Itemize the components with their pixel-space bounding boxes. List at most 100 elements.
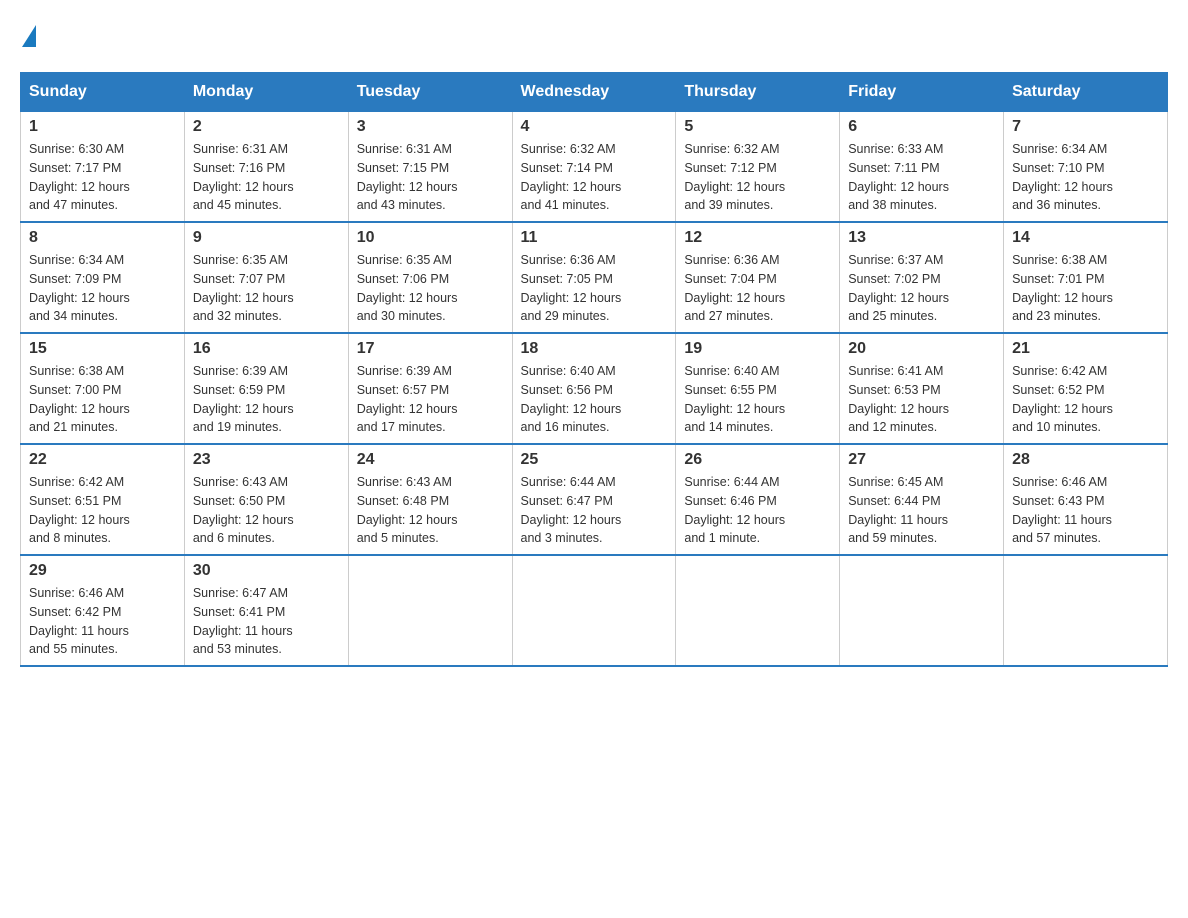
calendar-week-row: 22 Sunrise: 6:42 AMSunset: 6:51 PMDaylig…: [21, 444, 1168, 555]
day-info: Sunrise: 6:35 AMSunset: 7:06 PMDaylight:…: [357, 253, 458, 323]
calendar-header-row: SundayMondayTuesdayWednesdayThursdayFrid…: [21, 73, 1168, 112]
day-info: Sunrise: 6:36 AMSunset: 7:04 PMDaylight:…: [684, 253, 785, 323]
day-info: Sunrise: 6:43 AMSunset: 6:50 PMDaylight:…: [193, 475, 294, 545]
calendar-cell: 20 Sunrise: 6:41 AMSunset: 6:53 PMDaylig…: [840, 333, 1004, 444]
day-info: Sunrise: 6:32 AMSunset: 7:12 PMDaylight:…: [684, 142, 785, 212]
calendar-cell: 22 Sunrise: 6:42 AMSunset: 6:51 PMDaylig…: [21, 444, 185, 555]
calendar-cell: 10 Sunrise: 6:35 AMSunset: 7:06 PMDaylig…: [348, 222, 512, 333]
calendar-cell: 26 Sunrise: 6:44 AMSunset: 6:46 PMDaylig…: [676, 444, 840, 555]
day-info: Sunrise: 6:34 AMSunset: 7:10 PMDaylight:…: [1012, 142, 1113, 212]
calendar-cell: 6 Sunrise: 6:33 AMSunset: 7:11 PMDayligh…: [840, 112, 1004, 223]
day-info: Sunrise: 6:37 AMSunset: 7:02 PMDaylight:…: [848, 253, 949, 323]
day-info: Sunrise: 6:41 AMSunset: 6:53 PMDaylight:…: [848, 364, 949, 434]
calendar-cell: 27 Sunrise: 6:45 AMSunset: 6:44 PMDaylig…: [840, 444, 1004, 555]
day-number: 6: [848, 118, 995, 136]
day-info: Sunrise: 6:40 AMSunset: 6:55 PMDaylight:…: [684, 364, 785, 434]
calendar-cell: 14 Sunrise: 6:38 AMSunset: 7:01 PMDaylig…: [1004, 222, 1168, 333]
day-info: Sunrise: 6:32 AMSunset: 7:14 PMDaylight:…: [521, 142, 622, 212]
weekday-header-monday: Monday: [184, 73, 348, 112]
day-info: Sunrise: 6:36 AMSunset: 7:05 PMDaylight:…: [521, 253, 622, 323]
day-info: Sunrise: 6:45 AMSunset: 6:44 PMDaylight:…: [848, 475, 948, 545]
day-number: 7: [1012, 118, 1159, 136]
calendar-week-row: 8 Sunrise: 6:34 AMSunset: 7:09 PMDayligh…: [21, 222, 1168, 333]
calendar-cell: 8 Sunrise: 6:34 AMSunset: 7:09 PMDayligh…: [21, 222, 185, 333]
day-number: 29: [29, 562, 176, 580]
day-number: 14: [1012, 229, 1159, 247]
calendar-week-row: 1 Sunrise: 6:30 AMSunset: 7:17 PMDayligh…: [21, 112, 1168, 223]
day-number: 17: [357, 340, 504, 358]
day-number: 22: [29, 451, 176, 469]
day-number: 27: [848, 451, 995, 469]
day-number: 8: [29, 229, 176, 247]
day-number: 4: [521, 118, 668, 136]
day-number: 28: [1012, 451, 1159, 469]
day-number: 23: [193, 451, 340, 469]
day-number: 9: [193, 229, 340, 247]
calendar-week-row: 29 Sunrise: 6:46 AMSunset: 6:42 PMDaylig…: [21, 555, 1168, 666]
calendar-cell: [348, 555, 512, 666]
day-number: 12: [684, 229, 831, 247]
day-number: 2: [193, 118, 340, 136]
day-number: 20: [848, 340, 995, 358]
day-number: 5: [684, 118, 831, 136]
day-number: 16: [193, 340, 340, 358]
day-number: 21: [1012, 340, 1159, 358]
calendar-cell: 11 Sunrise: 6:36 AMSunset: 7:05 PMDaylig…: [512, 222, 676, 333]
calendar-cell: 5 Sunrise: 6:32 AMSunset: 7:12 PMDayligh…: [676, 112, 840, 223]
calendar-cell: [676, 555, 840, 666]
calendar-cell: 1 Sunrise: 6:30 AMSunset: 7:17 PMDayligh…: [21, 112, 185, 223]
day-info: Sunrise: 6:47 AMSunset: 6:41 PMDaylight:…: [193, 586, 293, 656]
day-info: Sunrise: 6:39 AMSunset: 6:57 PMDaylight:…: [357, 364, 458, 434]
calendar-cell: 7 Sunrise: 6:34 AMSunset: 7:10 PMDayligh…: [1004, 112, 1168, 223]
day-number: 24: [357, 451, 504, 469]
weekday-header-friday: Friday: [840, 73, 1004, 112]
day-number: 3: [357, 118, 504, 136]
day-number: 19: [684, 340, 831, 358]
calendar-cell: 19 Sunrise: 6:40 AMSunset: 6:55 PMDaylig…: [676, 333, 840, 444]
day-info: Sunrise: 6:33 AMSunset: 7:11 PMDaylight:…: [848, 142, 949, 212]
day-info: Sunrise: 6:38 AMSunset: 7:00 PMDaylight:…: [29, 364, 130, 434]
day-number: 10: [357, 229, 504, 247]
day-info: Sunrise: 6:42 AMSunset: 6:51 PMDaylight:…: [29, 475, 130, 545]
logo-triangle-icon: [22, 25, 36, 47]
calendar-cell: 23 Sunrise: 6:43 AMSunset: 6:50 PMDaylig…: [184, 444, 348, 555]
day-info: Sunrise: 6:31 AMSunset: 7:15 PMDaylight:…: [357, 142, 458, 212]
calendar-cell: [840, 555, 1004, 666]
day-info: Sunrise: 6:38 AMSunset: 7:01 PMDaylight:…: [1012, 253, 1113, 323]
day-info: Sunrise: 6:35 AMSunset: 7:07 PMDaylight:…: [193, 253, 294, 323]
day-number: 15: [29, 340, 176, 358]
weekday-header-thursday: Thursday: [676, 73, 840, 112]
day-number: 13: [848, 229, 995, 247]
day-info: Sunrise: 6:46 AMSunset: 6:43 PMDaylight:…: [1012, 475, 1112, 545]
calendar-cell: 9 Sunrise: 6:35 AMSunset: 7:07 PMDayligh…: [184, 222, 348, 333]
page-header: [20, 20, 1168, 52]
day-info: Sunrise: 6:30 AMSunset: 7:17 PMDaylight:…: [29, 142, 130, 212]
day-info: Sunrise: 6:46 AMSunset: 6:42 PMDaylight:…: [29, 586, 129, 656]
calendar-week-row: 15 Sunrise: 6:38 AMSunset: 7:00 PMDaylig…: [21, 333, 1168, 444]
weekday-header-sunday: Sunday: [21, 73, 185, 112]
day-info: Sunrise: 6:43 AMSunset: 6:48 PMDaylight:…: [357, 475, 458, 545]
calendar-cell: 28 Sunrise: 6:46 AMSunset: 6:43 PMDaylig…: [1004, 444, 1168, 555]
day-number: 18: [521, 340, 668, 358]
day-number: 11: [521, 229, 668, 247]
day-info: Sunrise: 6:44 AMSunset: 6:47 PMDaylight:…: [521, 475, 622, 545]
calendar-cell: [512, 555, 676, 666]
day-number: 25: [521, 451, 668, 469]
day-info: Sunrise: 6:34 AMSunset: 7:09 PMDaylight:…: [29, 253, 130, 323]
calendar-cell: 29 Sunrise: 6:46 AMSunset: 6:42 PMDaylig…: [21, 555, 185, 666]
calendar-cell: 12 Sunrise: 6:36 AMSunset: 7:04 PMDaylig…: [676, 222, 840, 333]
calendar-cell: 15 Sunrise: 6:38 AMSunset: 7:00 PMDaylig…: [21, 333, 185, 444]
day-number: 1: [29, 118, 176, 136]
calendar-cell: 2 Sunrise: 6:31 AMSunset: 7:16 PMDayligh…: [184, 112, 348, 223]
calendar-cell: 30 Sunrise: 6:47 AMSunset: 6:41 PMDaylig…: [184, 555, 348, 666]
day-info: Sunrise: 6:42 AMSunset: 6:52 PMDaylight:…: [1012, 364, 1113, 434]
day-number: 30: [193, 562, 340, 580]
calendar-table: SundayMondayTuesdayWednesdayThursdayFrid…: [20, 72, 1168, 667]
day-number: 26: [684, 451, 831, 469]
day-info: Sunrise: 6:44 AMSunset: 6:46 PMDaylight:…: [684, 475, 785, 545]
calendar-cell: [1004, 555, 1168, 666]
calendar-cell: 13 Sunrise: 6:37 AMSunset: 7:02 PMDaylig…: [840, 222, 1004, 333]
weekday-header-wednesday: Wednesday: [512, 73, 676, 112]
calendar-cell: 21 Sunrise: 6:42 AMSunset: 6:52 PMDaylig…: [1004, 333, 1168, 444]
calendar-cell: 25 Sunrise: 6:44 AMSunset: 6:47 PMDaylig…: [512, 444, 676, 555]
